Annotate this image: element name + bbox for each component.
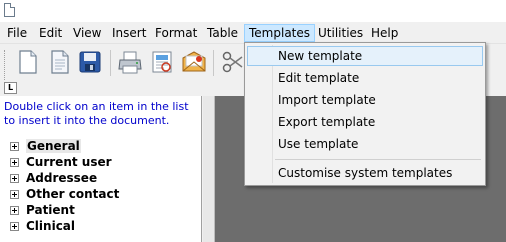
menu-separator	[275, 159, 481, 160]
menu-insert[interactable]: Insert	[107, 24, 151, 42]
menu-item-import-template[interactable]: Import template	[247, 90, 483, 110]
templates-menu: New template Edit template Import templa…	[244, 42, 486, 186]
tree-item-general[interactable]: General	[8, 138, 119, 154]
expand-icon[interactable]	[10, 206, 19, 215]
menu-bar: File Edit View Insert Format Table Templ…	[0, 22, 506, 43]
menu-item-export-template[interactable]: Export template	[247, 112, 483, 132]
tree-item-label: Patient	[26, 203, 75, 217]
tree-item-clinical[interactable]: Clinical	[8, 218, 119, 234]
menu-table[interactable]: Table	[202, 24, 243, 42]
cut-icon[interactable]	[218, 48, 246, 76]
menu-item-new-template[interactable]: New template	[247, 46, 483, 66]
toolbar-separator	[213, 50, 214, 76]
tree-item-label: General	[26, 139, 81, 153]
envelope-icon[interactable]	[180, 48, 208, 76]
tree-item-addressee[interactable]: Addressee	[8, 170, 119, 186]
expand-icon[interactable]	[10, 158, 19, 167]
document-page-edge	[203, 96, 215, 242]
menu-file[interactable]: File	[2, 24, 32, 42]
menu-help[interactable]: Help	[366, 24, 403, 42]
insert-hint-text: Double click on an item in the list to i…	[4, 100, 189, 127]
document-icon[interactable]	[46, 48, 74, 76]
menu-templates[interactable]: Templates	[244, 24, 316, 42]
expand-icon[interactable]	[10, 142, 19, 151]
expand-icon[interactable]	[10, 190, 19, 199]
menu-edit[interactable]: Edit	[34, 24, 67, 42]
expand-icon[interactable]	[10, 222, 19, 231]
print-preview-icon[interactable]	[148, 48, 176, 76]
app-document-icon	[4, 3, 15, 17]
tree-item-patient[interactable]: Patient	[8, 202, 119, 218]
menu-item-customise-system-templates[interactable]: Customise system templates	[247, 163, 483, 183]
ruler-tab-selector[interactable]: L	[4, 82, 17, 94]
tree-item-label: Current user	[26, 155, 112, 169]
toolbar-grip[interactable]	[4, 50, 7, 80]
toolbar-separator	[110, 50, 111, 76]
menu-item-edit-template[interactable]: Edit template	[247, 68, 483, 88]
tree-item-label: Clinical	[26, 219, 76, 233]
tree-item-current-user[interactable]: Current user	[8, 154, 119, 170]
menu-format[interactable]: Format	[150, 24, 202, 42]
menu-utilities[interactable]: Utilities	[313, 24, 368, 42]
menu-item-use-template[interactable]: Use template	[247, 134, 483, 154]
insert-items-panel: Double click on an item in the list to i…	[0, 96, 202, 242]
tree-item-label: Other contact	[26, 187, 120, 201]
field-tree: General Current user Addressee Other con…	[8, 138, 119, 234]
title-bar	[0, 0, 506, 22]
print-icon[interactable]	[116, 48, 144, 76]
tree-item-label: Addressee	[26, 171, 98, 185]
menu-view[interactable]: View	[68, 24, 106, 42]
new-document-icon[interactable]	[14, 48, 42, 76]
expand-icon[interactable]	[10, 174, 19, 183]
tree-item-other-contact[interactable]: Other contact	[8, 186, 119, 202]
save-icon[interactable]	[76, 48, 104, 76]
